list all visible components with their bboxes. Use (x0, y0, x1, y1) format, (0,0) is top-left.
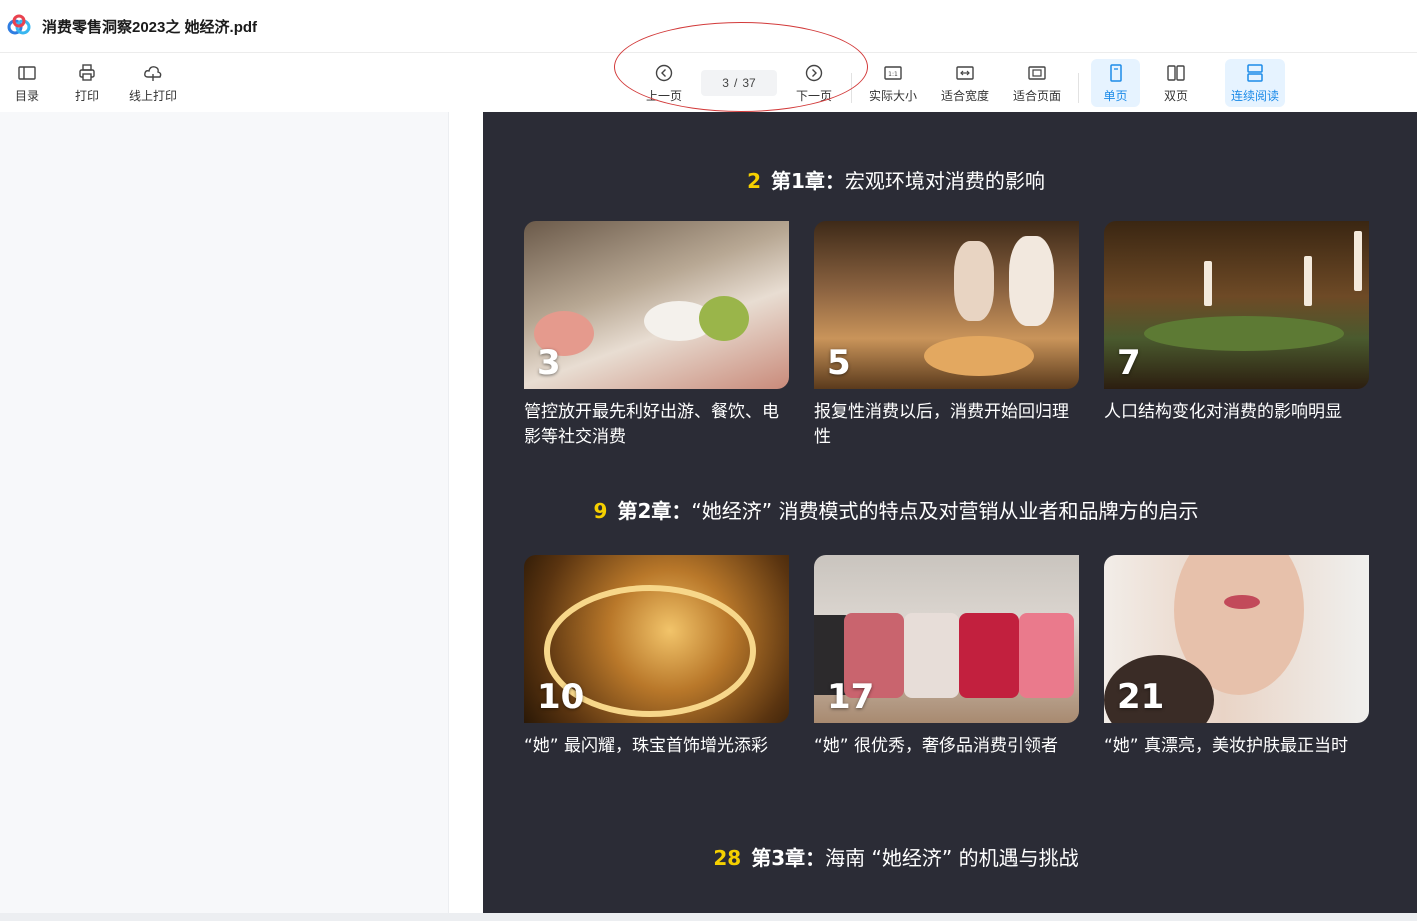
viewer-margin (448, 112, 483, 913)
card-caption: 报复性消费以后，消费开始回归理性 (814, 402, 1069, 447)
chapter-page-number: 9 (593, 499, 608, 523)
printer-icon (79, 64, 95, 81)
divider (851, 73, 852, 103)
sidebar-panel (0, 112, 448, 913)
toolbar: 目录 打印 线上打印 上一页 3 / 37 下一页 1:1 实际大小 适合宽度 … (0, 53, 1417, 111)
actual-size-label: 实际大小 (868, 89, 917, 103)
cloud-logo-icon (7, 14, 31, 35)
print-label: 打印 (74, 89, 99, 103)
prev-page-button[interactable]: 上一页 (640, 53, 688, 111)
fit-page-button[interactable]: 适合页面 (1008, 53, 1066, 111)
toc-card[interactable]: 17 “她” 很优秀，奢侈品消费引领者 (814, 555, 1079, 759)
card-page-number: 3 (537, 343, 561, 383)
page-separator: / (733, 76, 738, 90)
cloud-print-icon (144, 66, 162, 81)
toc-card[interactable]: 5 报复性消费以后，消费开始回归理性 (814, 221, 1079, 450)
party-photo: 5 (814, 221, 1079, 389)
fit-page-icon (1028, 66, 1046, 80)
pdf-page[interactable]: 2 第1章：宏观环境对消费的影响 3 管控放开最先利好出游、餐饮、电影等社交消费 … (483, 112, 1417, 913)
chapter-tag: 第1章： (771, 169, 845, 193)
print-button[interactable]: 打印 (66, 53, 108, 111)
card-page-number: 7 (1117, 343, 1141, 383)
card-caption: “她” 最闪耀，珠宝首饰增光添彩 (524, 736, 769, 756)
toc-card[interactable]: 21 “她” 真漂亮，美妆护肤最正当时 (1104, 555, 1369, 759)
online-print-label: 线上打印 (128, 89, 177, 103)
chapter-tag: 第3章： (751, 846, 826, 870)
card-caption: “她” 很优秀，奢侈品消费引领者 (814, 736, 1059, 756)
continuous-read-label: 连续阅读 (1230, 89, 1279, 103)
total-pages: 37 (742, 76, 756, 90)
single-page-label: 单页 (1103, 89, 1128, 103)
chapter-heading[interactable]: 2 第1章：宏观环境对消费的影响 (483, 165, 1309, 194)
chevron-right-circle-icon (805, 64, 823, 82)
chapter-page-number: 28 (713, 846, 742, 870)
page-number-input[interactable]: 3 / 37 (701, 70, 777, 96)
actual-size-button[interactable]: 1:1 实际大小 (864, 53, 922, 111)
current-page: 3 (722, 76, 729, 90)
double-page-button[interactable]: 双页 (1152, 53, 1200, 111)
chevron-left-circle-icon (655, 64, 673, 82)
card-caption: 人口结构变化对消费的影响明显 (1104, 402, 1342, 422)
toc-button[interactable]: 目录 (6, 53, 48, 111)
prev-page-label: 上一页 (645, 89, 682, 103)
card-page-number: 5 (827, 343, 851, 383)
handbags-photo: 17 (814, 555, 1079, 723)
toc-card[interactable]: 7 人口结构变化对消费的影响明显 (1104, 221, 1369, 425)
jewelry-photo: 10 (524, 555, 789, 723)
actual-size-icon: 1:1 (884, 66, 902, 80)
online-print-button[interactable]: 线上打印 (124, 53, 182, 111)
title-bar: 消费零售洞察2023之 她经济.pdf (0, 0, 1417, 53)
card-page-number: 21 (1117, 677, 1165, 717)
fit-page-label: 适合页面 (1012, 89, 1061, 103)
toc-card[interactable]: 10 “她” 最闪耀，珠宝首饰增光添彩 (524, 555, 789, 759)
bottom-scroll-area (0, 913, 1417, 921)
document-title: 消费零售洞察2023之 她经济.pdf (42, 19, 258, 36)
chapter-title: “她经济” 消费模式的特点及对营销从业者和品牌方的启示 (691, 499, 1199, 523)
double-page-icon (1167, 65, 1185, 81)
continuous-scroll-icon (1247, 64, 1263, 82)
single-page-button[interactable]: 单页 (1091, 59, 1140, 107)
card-page-number: 10 (537, 677, 585, 717)
chapter-title: 海南 “她经济” 的机遇与挑战 (825, 846, 1079, 870)
double-page-label: 双页 (1163, 89, 1188, 103)
next-page-button[interactable]: 下一页 (790, 53, 838, 111)
card-caption: “她” 真漂亮，美妆护肤最正当时 (1104, 736, 1349, 756)
chapter-tag: 第2章： (617, 499, 692, 523)
toc-label: 目录 (14, 89, 39, 103)
fit-width-icon (956, 66, 974, 80)
chapter-heading[interactable]: 28 第3章：海南 “她经济” 的机遇与挑战 (483, 842, 1309, 871)
card-caption: 管控放开最先利好出游、餐饮、电影等社交消费 (524, 402, 779, 447)
next-page-label: 下一页 (795, 89, 832, 103)
chapter-heading[interactable]: 9 第2章：“她经济” 消费模式的特点及对营销从业者和品牌方的启示 (483, 495, 1309, 524)
sidebar-toc-icon (18, 66, 36, 80)
svg-text:1:1: 1:1 (888, 71, 898, 78)
continuous-read-button[interactable]: 连续阅读 (1225, 59, 1285, 107)
candle-dinner-photo: 7 (1104, 221, 1369, 389)
card-page-number: 17 (827, 677, 875, 717)
fit-width-button[interactable]: 适合宽度 (936, 53, 994, 111)
divider (1078, 73, 1079, 103)
chapter-title: 宏观环境对消费的影响 (844, 169, 1045, 193)
toc-card[interactable]: 3 管控放开最先利好出游、餐饮、电影等社交消费 (524, 221, 789, 450)
single-page-icon (1109, 64, 1122, 82)
chapter-page-number: 2 (747, 169, 761, 193)
dining-photo: 3 (524, 221, 789, 389)
beauty-photo: 21 (1104, 555, 1369, 723)
fit-width-label: 适合宽度 (940, 89, 989, 103)
